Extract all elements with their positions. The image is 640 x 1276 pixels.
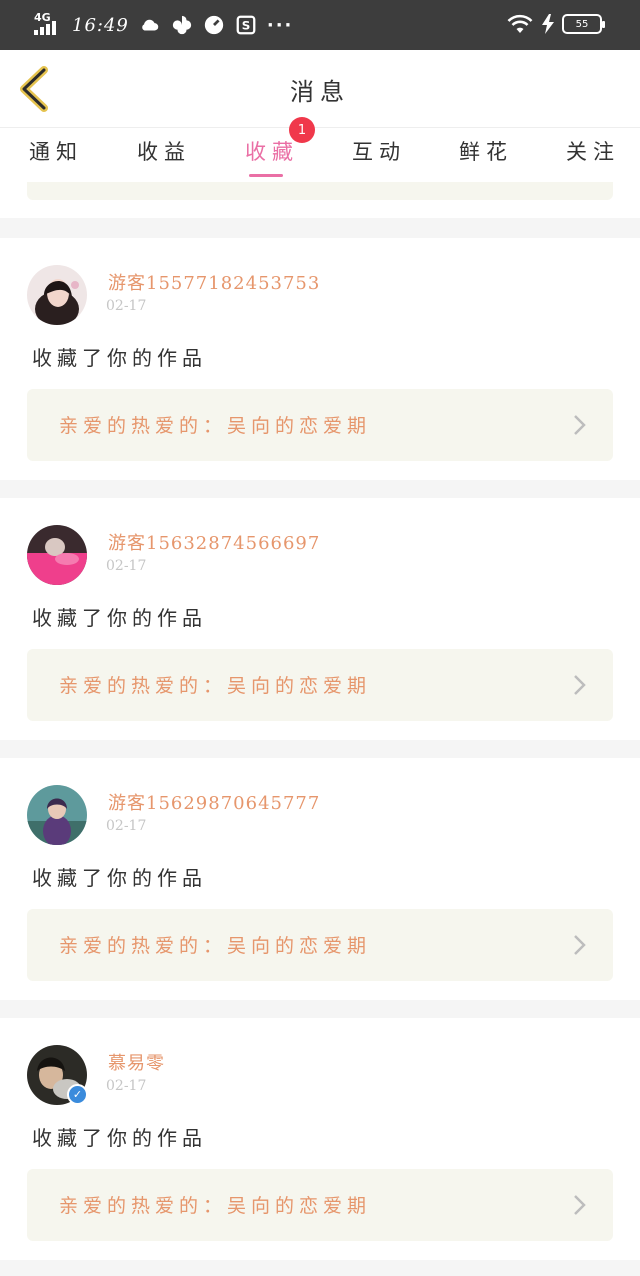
work-link[interactable]: 亲爱的热爱的：吴向的恋爱期 (27, 1169, 613, 1241)
chevron-right-icon (574, 935, 586, 955)
tab-notifications[interactable]: 通知 (29, 136, 83, 166)
username[interactable]: 游客15577182453753 (108, 269, 320, 295)
action-text: 收藏了你的作品 (32, 1126, 207, 1150)
action-text: 收藏了你的作品 (32, 346, 207, 370)
tab-follows[interactable]: 关注 (566, 136, 620, 166)
battery-icon: 55 (562, 14, 605, 34)
timestamp: 02-17 (106, 298, 147, 314)
avatar[interactable] (27, 525, 87, 585)
timestamp: 02-17 (106, 1078, 147, 1094)
status-bar: 4G 16:49 S ··· 55 (0, 0, 640, 50)
timestamp: 02-17 (106, 818, 147, 834)
tab-flowers[interactable]: 鲜花 (459, 136, 513, 166)
list-item: 游客15577182453753 02-17 收藏了你的作品 亲爱的热爱的：吴向… (0, 238, 640, 480)
tab-bar: 通知 收益 收藏 互动 鲜花 关注 (0, 128, 640, 182)
unread-badge: 1 (289, 117, 315, 143)
action-text: 收藏了你的作品 (32, 606, 207, 630)
list-item: ✓ 慕易零 02-17 收藏了你的作品 亲爱的热爱的：吴向的恋爱期 (0, 1018, 640, 1260)
active-tab-indicator (249, 174, 283, 177)
work-title: 亲爱的热爱的：吴向的恋爱期 (59, 935, 372, 957)
speedometer-icon (204, 15, 224, 35)
charging-icon (542, 14, 554, 34)
partial-quote-box[interactable] (27, 182, 613, 200)
avatar[interactable] (27, 265, 87, 325)
more-notifications: ··· (266, 14, 294, 36)
cloud-icon (142, 19, 159, 31)
wifi-icon (507, 14, 533, 33)
partial-card (0, 182, 640, 218)
chevron-right-icon (574, 675, 586, 695)
work-link[interactable]: 亲爱的热爱的：吴向的恋爱期 (27, 649, 613, 721)
username[interactable]: 游客15632874566697 (108, 529, 320, 555)
work-title: 亲爱的热爱的：吴向的恋爱期 (59, 1195, 372, 1217)
svg-text:S: S (242, 19, 251, 33)
page-title: 消息 (290, 78, 350, 106)
verified-badge-icon: ✓ (67, 1084, 88, 1105)
chevron-right-icon (574, 415, 586, 435)
list-item: 游客15632874566697 02-17 收藏了你的作品 亲爱的热爱的：吴向… (0, 498, 640, 740)
pinwheel-icon (172, 15, 192, 35)
work-title: 亲爱的热爱的：吴向的恋爱期 (59, 415, 372, 437)
work-link[interactable]: 亲爱的热爱的：吴向的恋爱期 (27, 909, 613, 981)
work-title: 亲爱的热爱的：吴向的恋爱期 (59, 675, 372, 697)
list-item: 游客15629870645777 02-17 收藏了你的作品 亲爱的热爱的：吴向… (0, 758, 640, 1000)
action-text: 收藏了你的作品 (32, 866, 207, 890)
status-right: 55 (506, 13, 605, 35)
username[interactable]: 游客15629870645777 (108, 789, 320, 815)
status-left: 4G 16:49 S ··· (34, 11, 294, 37)
battery-level: 55 (575, 18, 589, 30)
avatar[interactable] (27, 785, 87, 845)
timestamp: 02-17 (106, 558, 147, 574)
tab-favorites[interactable]: 收藏 (245, 136, 299, 166)
status-time: 16:49 (72, 14, 129, 36)
app-s-icon: S (236, 15, 256, 35)
tab-interactions[interactable]: 互动 (352, 136, 406, 166)
username[interactable]: 慕易零 (108, 1049, 165, 1075)
work-link[interactable]: 亲爱的热爱的：吴向的恋爱期 (27, 389, 613, 461)
nav-bar: 消息 (0, 50, 640, 128)
signal-icon: 4G (34, 11, 62, 37)
chevron-right-icon (574, 1195, 586, 1215)
tab-earnings[interactable]: 收益 (137, 136, 191, 166)
